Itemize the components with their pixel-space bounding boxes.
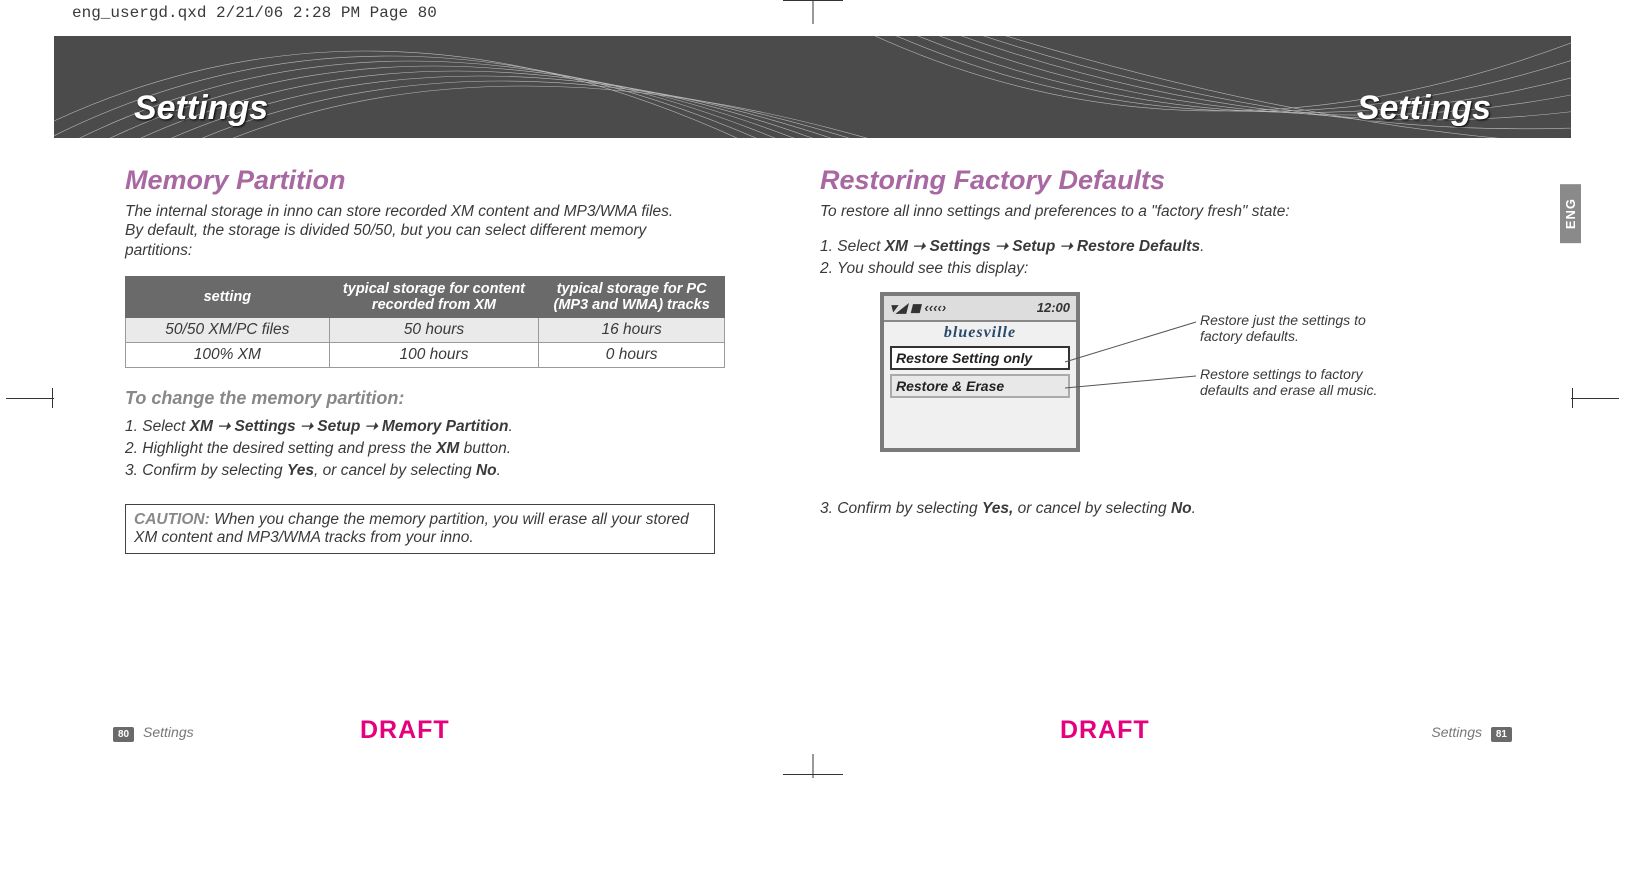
page-number: 80 (113, 727, 134, 742)
crop-mark (812, 0, 813, 24)
right-page: Restoring Factory Defaults To restore al… (820, 165, 1420, 522)
step-3: 3. Confirm by selecting Yes, or cancel b… (125, 462, 725, 480)
banner-title-right: Settings (1357, 89, 1491, 128)
banner-title-left: Settings (134, 89, 268, 128)
footer-left: 80 Settings (108, 724, 194, 740)
subheading: To change the memory partition: (125, 388, 725, 409)
step-1: 1. Select XM ➝ Settings ➝ Setup ➝ Restor… (820, 237, 1420, 256)
crop-mark (812, 754, 813, 778)
caution-label: CAUTION: (134, 511, 210, 528)
step-2: 2. Highlight the desired setting and pre… (125, 440, 725, 458)
th-pc-storage: typical storage for PC (MP3 and WMA) tra… (539, 277, 725, 318)
footer-label: Settings (143, 724, 194, 740)
step-2: 2. You should see this display: (820, 260, 1420, 278)
callouts: Restore just the settings to factory def… (1200, 312, 1400, 420)
left-page: Memory Partition The internal storage in… (125, 165, 725, 554)
crop-mark (6, 398, 54, 399)
banner-decoration (54, 36, 1571, 138)
th-xm-storage: typical storage for content recorded fro… (329, 277, 539, 318)
steps-list: 1. Select XM ➝ Settings ➝ Setup ➝ Memory… (125, 417, 725, 480)
caution-text: When you change the memory partition, yo… (134, 511, 689, 546)
cell: 50/50 XM/PC files (126, 318, 330, 343)
draft-watermark: DRAFT (360, 716, 450, 745)
cell: 100 hours (329, 343, 539, 368)
partition-table: setting typical storage for content reco… (125, 276, 725, 368)
step-1: 1. Select XM ➝ Settings ➝ Setup ➝ Memory… (125, 417, 725, 436)
heading-memory-partition: Memory Partition (125, 165, 725, 196)
step-3: 3. Confirm by selecting Yes, or cancel b… (820, 500, 1420, 518)
callout-restore-erase: Restore settings to factory defaults and… (1200, 366, 1400, 398)
draft-watermark: DRAFT (1060, 716, 1150, 745)
cell: 50 hours (329, 318, 539, 343)
callout-restore-settings: Restore just the settings to factory def… (1200, 312, 1400, 344)
cell: 100% XM (126, 343, 330, 368)
intro-text: To restore all inno settings and prefere… (820, 202, 1390, 221)
steps-list: 1. Select XM ➝ Settings ➝ Setup ➝ Restor… (820, 237, 1420, 278)
caution-box: CAUTION: When you change the memory part… (125, 504, 715, 554)
footer-right: Settings 81 (1431, 724, 1517, 740)
heading-restore-defaults: Restoring Factory Defaults (820, 165, 1420, 196)
lang-tab-eng: ENG (1560, 184, 1581, 243)
page-number: 81 (1491, 727, 1512, 742)
footer-label: Settings (1431, 724, 1482, 740)
intro-text: The internal storage in inno can store r… (125, 202, 695, 260)
crop-mark (1572, 388, 1573, 408)
print-header: eng_usergd.qxd 2/21/06 2:28 PM Page 80 (72, 4, 437, 22)
table-row: 100% XM 100 hours 0 hours (126, 343, 725, 368)
th-setting: setting (126, 277, 330, 318)
cell: 16 hours (539, 318, 725, 343)
crop-mark (52, 388, 53, 408)
table-row: 50/50 XM/PC files 50 hours 16 hours (126, 318, 725, 343)
cell: 0 hours (539, 343, 725, 368)
crop-mark (1571, 398, 1619, 399)
steps-list: 3. Confirm by selecting Yes, or cancel b… (820, 500, 1420, 518)
device-figure: ▾◢ ◼ ‹‹‹‹› 12:00 bluesville Restore Sett… (820, 292, 1420, 492)
banner: Settings Settings (54, 36, 1571, 138)
